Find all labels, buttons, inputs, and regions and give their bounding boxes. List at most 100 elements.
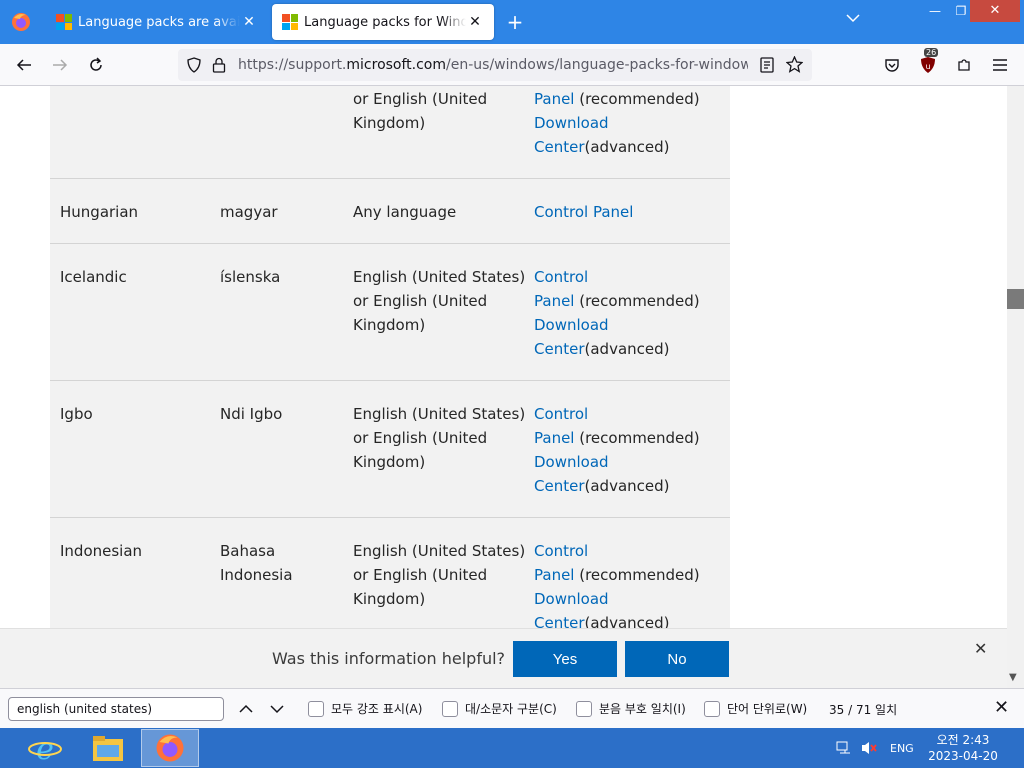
scrollbar-thumb[interactable] [1007,289,1024,309]
whole-words-checkbox[interactable]: 단어 단위로(W) [704,700,807,717]
forward-arrow-icon[interactable] [46,51,74,79]
tab-close-icon[interactable]: ✕ [240,14,258,30]
feedback-question: Was this information helpful? [272,649,506,668]
close-feedback-icon[interactable]: ✕ [974,639,987,658]
control-panel-link[interactable]: Control [534,539,724,563]
system-clock[interactable]: 오전 2:43 2023-04-20 [926,732,1000,764]
checkbox-box[interactable] [308,700,324,717]
feedback-yes-button[interactable]: Yes [513,641,617,677]
base-language-cell: or English (United Kingdom) [353,87,528,135]
pocket-icon[interactable] [878,51,906,79]
reload-icon[interactable] [82,51,110,79]
download-center-link[interactable]: Center [534,138,585,156]
scroll-down-arrow-icon[interactable]: ▼ [1009,672,1017,683]
back-arrow-icon[interactable] [10,51,38,79]
cell-line: Kingdom) [353,453,426,471]
svg-text:u: u [925,62,930,71]
close-window-icon[interactable]: ✕ [970,0,1020,22]
vertical-scrollbar[interactable] [1007,86,1024,688]
advanced-label: (advanced) [584,138,670,156]
tracking-shield-icon[interactable] [186,57,202,77]
new-tab-plus-icon[interactable]: + [502,9,528,35]
table-row: Icelandic íslenska English (United State… [50,244,730,381]
clock-time: 오전 2:43 [936,733,990,747]
control-panel-link[interactable]: Panel [534,429,574,447]
speaker-muted-icon[interactable] [860,740,878,759]
download-center-link[interactable]: Download [534,450,724,474]
table-row: Igbo Ndi Igbo English (United States) or… [50,381,730,518]
extensions-puzzle-icon[interactable] [950,51,978,79]
feedback-no-button[interactable]: No [625,641,729,677]
file-explorer-icon[interactable] [79,729,137,767]
control-panel-link[interactable]: Panel [534,566,574,584]
cell-line: English (United States) [353,268,526,286]
bookmark-star-icon[interactable] [785,55,804,77]
download-center-link[interactable]: Center [534,477,585,495]
internet-explorer-icon[interactable]: e [16,729,74,767]
tab-close-icon[interactable]: ✕ [466,14,484,30]
tab-language-packs-windows[interactable]: Language packs for Windows ✕ [272,4,494,40]
hamburger-menu-icon[interactable] [986,51,1014,79]
firefox-view-button[interactable] [0,0,42,44]
control-panel-link[interactable]: Control Panel [534,203,633,221]
base-language-cell: English (United States) or English (Unit… [353,265,528,337]
match-case-checkbox[interactable]: 대/소문자 구분(C) [442,700,557,717]
checkbox-box[interactable] [704,700,720,717]
close-find-bar-icon[interactable]: ✕ [994,697,1009,718]
install-method-cell: Panel (recommended) Download Center(adva… [534,87,724,159]
input-language-indicator[interactable]: ENG [890,742,914,755]
control-panel-link[interactable]: Panel [534,90,574,108]
match-diacritics-checkbox[interactable]: 분음 부호 일치(I) [576,700,686,717]
address-bar[interactable]: https://support.microsoft.com/en-us/wind… [178,49,812,81]
page-content: or English (United Kingdom) Panel (recom… [0,86,1007,628]
tab-language-packs-available[interactable]: Language packs are available for ✕ [46,4,268,40]
download-center-link[interactable]: Center [534,614,585,628]
url-prefix: https://support. [238,57,347,73]
cell-line: English (United States) [353,405,526,423]
cell-line: or English (United [353,429,488,447]
cell-line: or English (United [353,292,488,310]
install-method-cell: Control Panel (recommended) Download Cen… [534,539,724,628]
native-name-cell: íslenska [220,268,281,286]
match-count: 35 / 71 일치 [829,703,898,717]
recommended-label: (recommended) [574,566,700,584]
cell-line: Bahasa [220,542,276,560]
url-domain: microsoft.com [346,57,447,73]
find-input[interactable] [8,697,224,721]
language-cell: Igbo [60,405,93,423]
base-language-cell: English (United States) or English (Unit… [353,402,528,474]
checkbox-box[interactable] [442,700,458,717]
table-row: Indonesian Bahasa Indonesia English (Uni… [50,518,730,628]
network-icon[interactable] [836,740,852,759]
tab-strip: Language packs are available for ✕ Langu… [0,0,1024,44]
lock-icon[interactable] [212,57,226,77]
highlight-all-checkbox[interactable]: 모두 강조 표시(A) [308,700,422,717]
install-method-cell: Control Panel (recommended) Download Cen… [534,402,724,498]
cell-line: Kingdom) [353,316,426,334]
download-center-link[interactable]: Center [534,340,585,358]
feedback-bar: Was this information helpful? Yes No ✕ [0,628,1007,688]
cell-line: Kingdom) [353,590,426,608]
firefox-taskbar-icon[interactable] [141,729,199,767]
download-center-link[interactable]: Download [534,313,724,337]
control-panel-link[interactable]: Control [534,402,724,426]
recommended-label: (recommended) [574,90,700,108]
cell-line: English (United States) [353,542,526,560]
find-previous-icon[interactable] [235,698,257,720]
install-method-cell: Control Panel (recommended) Download Cen… [534,265,724,361]
list-all-tabs-chevron-icon[interactable] [846,12,868,32]
download-center-link[interactable]: Download [534,111,724,135]
firefox-icon [12,13,30,31]
download-center-link[interactable]: Download [534,587,724,611]
url-text[interactable]: https://support.microsoft.com/en-us/wind… [238,57,748,73]
language-cell: Hungarian [60,203,139,221]
checkbox-label: 대/소문자 구분(C) [465,702,557,716]
reader-view-icon[interactable] [760,57,774,77]
cell-line: or English (United [353,566,488,584]
checkbox-label: 분음 부호 일치(I) [599,702,686,716]
find-next-icon[interactable] [266,698,288,720]
cell-line: Indonesia [220,566,293,584]
checkbox-box[interactable] [576,700,592,717]
control-panel-link[interactable]: Control [534,265,724,289]
control-panel-link[interactable]: Panel [534,292,574,310]
